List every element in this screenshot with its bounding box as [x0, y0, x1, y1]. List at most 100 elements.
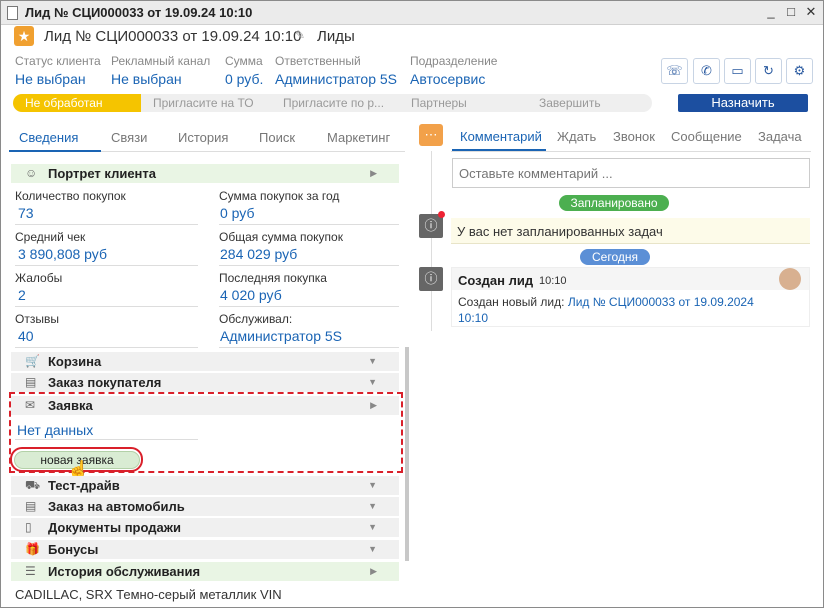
- window-title: Лид № СЦИ000033 от 19.09.24 10:10: [25, 5, 253, 20]
- division-value[interactable]: Автосервис: [410, 71, 485, 87]
- planned-pill: Запланировано: [559, 195, 669, 211]
- ad-channel-value[interactable]: Не выбран: [111, 71, 182, 87]
- section-bonuses[interactable]: 🎁 Бонусы ▼: [11, 540, 399, 559]
- person-icon: ☺: [25, 166, 38, 180]
- tab-links[interactable]: Связи: [111, 130, 147, 145]
- event-card: Создан лид 10:10 Создан новый лид: Лид №…: [451, 267, 810, 327]
- event-time: 10:10: [539, 275, 567, 287]
- close-button[interactable]: ✕: [804, 5, 818, 19]
- gift-icon: 🎁: [25, 542, 40, 556]
- prop-label: Сумма покупок за год: [219, 189, 340, 203]
- client-status-value[interactable]: Не выбран: [15, 71, 86, 87]
- section-car-order[interactable]: ▤ Заказ на автомобиль ▼: [11, 497, 399, 516]
- left-tabs: Сведения Связи История Поиск Маркетинг: [9, 126, 405, 152]
- prop-value[interactable]: 40: [18, 328, 34, 344]
- section-cart-label: Корзина: [48, 354, 102, 369]
- tab-call[interactable]: Звонок: [613, 129, 655, 144]
- tab-wait[interactable]: Ждать: [557, 129, 596, 144]
- ad-channel-label: Рекламный канал: [111, 54, 211, 68]
- divider: [451, 151, 811, 152]
- stage-not-processed[interactable]: Не обработан: [13, 94, 141, 112]
- tab-search[interactable]: Поиск: [259, 130, 295, 145]
- chevron-down-icon: ▼: [368, 501, 377, 511]
- refresh-icon[interactable]: ↻: [755, 58, 782, 84]
- divider: [219, 306, 399, 307]
- list-icon: ☰: [25, 564, 36, 578]
- sum-value[interactable]: 0 руб.: [225, 71, 263, 87]
- prop-label: Жалобы: [15, 271, 63, 285]
- star-icon[interactable]: ★: [14, 26, 34, 46]
- cart-icon: 🛒: [25, 354, 40, 368]
- prop-value[interactable]: 0 руб: [220, 205, 254, 221]
- assign-button[interactable]: Назначить: [678, 94, 808, 112]
- sum-label: Сумма: [225, 54, 263, 68]
- prop-value[interactable]: 2: [18, 287, 26, 303]
- section-test-drive[interactable]: ⛟ Тест-драйв ▼: [11, 476, 399, 495]
- responsible-value[interactable]: Администратор 5S: [275, 71, 397, 87]
- event-link[interactable]: Лид № СЦИ000033 от 19.09.2024: [568, 295, 754, 309]
- prop-label: Средний чек: [15, 230, 86, 244]
- no-tasks-text: У вас нет запланированных задач: [457, 224, 663, 239]
- division-label: Подразделение: [410, 54, 498, 68]
- section-order[interactable]: ▤ Заказ покупателя ▼: [11, 373, 399, 392]
- prop-label: Отзывы: [15, 312, 59, 326]
- tab-message[interactable]: Сообщение: [671, 129, 742, 144]
- section-bonuses-label: Бонусы: [48, 542, 99, 557]
- today-pill: Сегодня: [580, 249, 650, 265]
- divider: [15, 347, 198, 348]
- lead-window: Лид № СЦИ000033 от 19.09.24 10:10 _ □ ✕ …: [0, 0, 824, 608]
- prop-value[interactable]: 73: [18, 205, 34, 221]
- gear-icon[interactable]: ⚙: [786, 58, 813, 84]
- tab-details[interactable]: Сведения: [19, 130, 78, 145]
- chevron-down-icon: ▼: [368, 480, 377, 490]
- prop-value[interactable]: 3 890,808 руб: [18, 246, 107, 262]
- event-link-time[interactable]: 10:10: [458, 311, 488, 325]
- scrollbar[interactable]: [405, 347, 409, 561]
- chevron-down-icon: ▼: [368, 377, 377, 387]
- pencil-icon[interactable]: ✎: [295, 28, 305, 42]
- event-body: Создан новый лид: Лид № СЦИ000033 от 19.…: [458, 294, 754, 326]
- divider: [15, 306, 198, 307]
- prop-value[interactable]: 4 020 руб: [220, 287, 282, 303]
- minimize-button[interactable]: _: [764, 5, 778, 19]
- info-icon: ⓘ: [419, 267, 443, 291]
- section-service-history[interactable]: ☰ История обслуживания ▶: [11, 562, 399, 581]
- stage-invite-by[interactable]: Пригласите по р...: [271, 94, 399, 112]
- section-service-history-label: История обслуживания: [48, 564, 201, 579]
- document-icon: ▤: [25, 375, 37, 389]
- tab-history[interactable]: История: [178, 130, 228, 145]
- stage-invite-to[interactable]: Пригласите на ТО: [141, 94, 271, 112]
- comment-input[interactable]: [453, 159, 809, 187]
- prop-value[interactable]: 284 029 руб: [220, 246, 297, 262]
- lead-title: Лид № СЦИ000033 от 19.09.24 10:10: [44, 28, 302, 45]
- avatar: [779, 268, 801, 290]
- section-order-label: Заказ покупателя: [48, 375, 162, 390]
- tab-marketing[interactable]: Маркетинг: [327, 130, 390, 145]
- stage-finish[interactable]: Завершить: [527, 94, 652, 112]
- section-portrait[interactable]: ☺ Портрет клиента ▶: [11, 164, 399, 183]
- responsible-label: Ответственный: [275, 54, 361, 68]
- prop-label: Обслуживал:: [219, 312, 293, 326]
- comment-field[interactable]: [452, 158, 810, 188]
- chat-icon[interactable]: ▭: [724, 58, 751, 84]
- prop-value[interactable]: Администратор 5S: [220, 328, 342, 344]
- tab-comment[interactable]: Комментарий: [460, 129, 542, 144]
- section-test-drive-label: Тест-драйв: [48, 478, 120, 493]
- active-tab-underline: [9, 150, 101, 152]
- phone-icon[interactable]: ✆: [693, 58, 720, 84]
- divider: [15, 224, 198, 225]
- call-transfer-icon[interactable]: ☏: [661, 58, 688, 84]
- section-cart[interactable]: 🛒 Корзина ▼: [11, 352, 399, 371]
- tab-task[interactable]: Задача: [758, 129, 802, 144]
- chevron-down-icon: ▼: [368, 522, 377, 532]
- comment-icon: ⋯: [419, 124, 443, 146]
- section-sale-docs[interactable]: ▯ Документы продажи ▼: [11, 518, 399, 537]
- maximize-button[interactable]: □: [784, 5, 798, 19]
- divider: [219, 224, 399, 225]
- event-text: Создан новый лид:: [458, 295, 565, 309]
- prop-label: Количество покупок: [15, 189, 126, 203]
- divider: [15, 265, 198, 266]
- section-portrait-label: Портрет клиента: [48, 166, 156, 181]
- stage-partners[interactable]: Партнеры: [399, 94, 527, 112]
- prop-label: Общая сумма покупок: [219, 230, 343, 244]
